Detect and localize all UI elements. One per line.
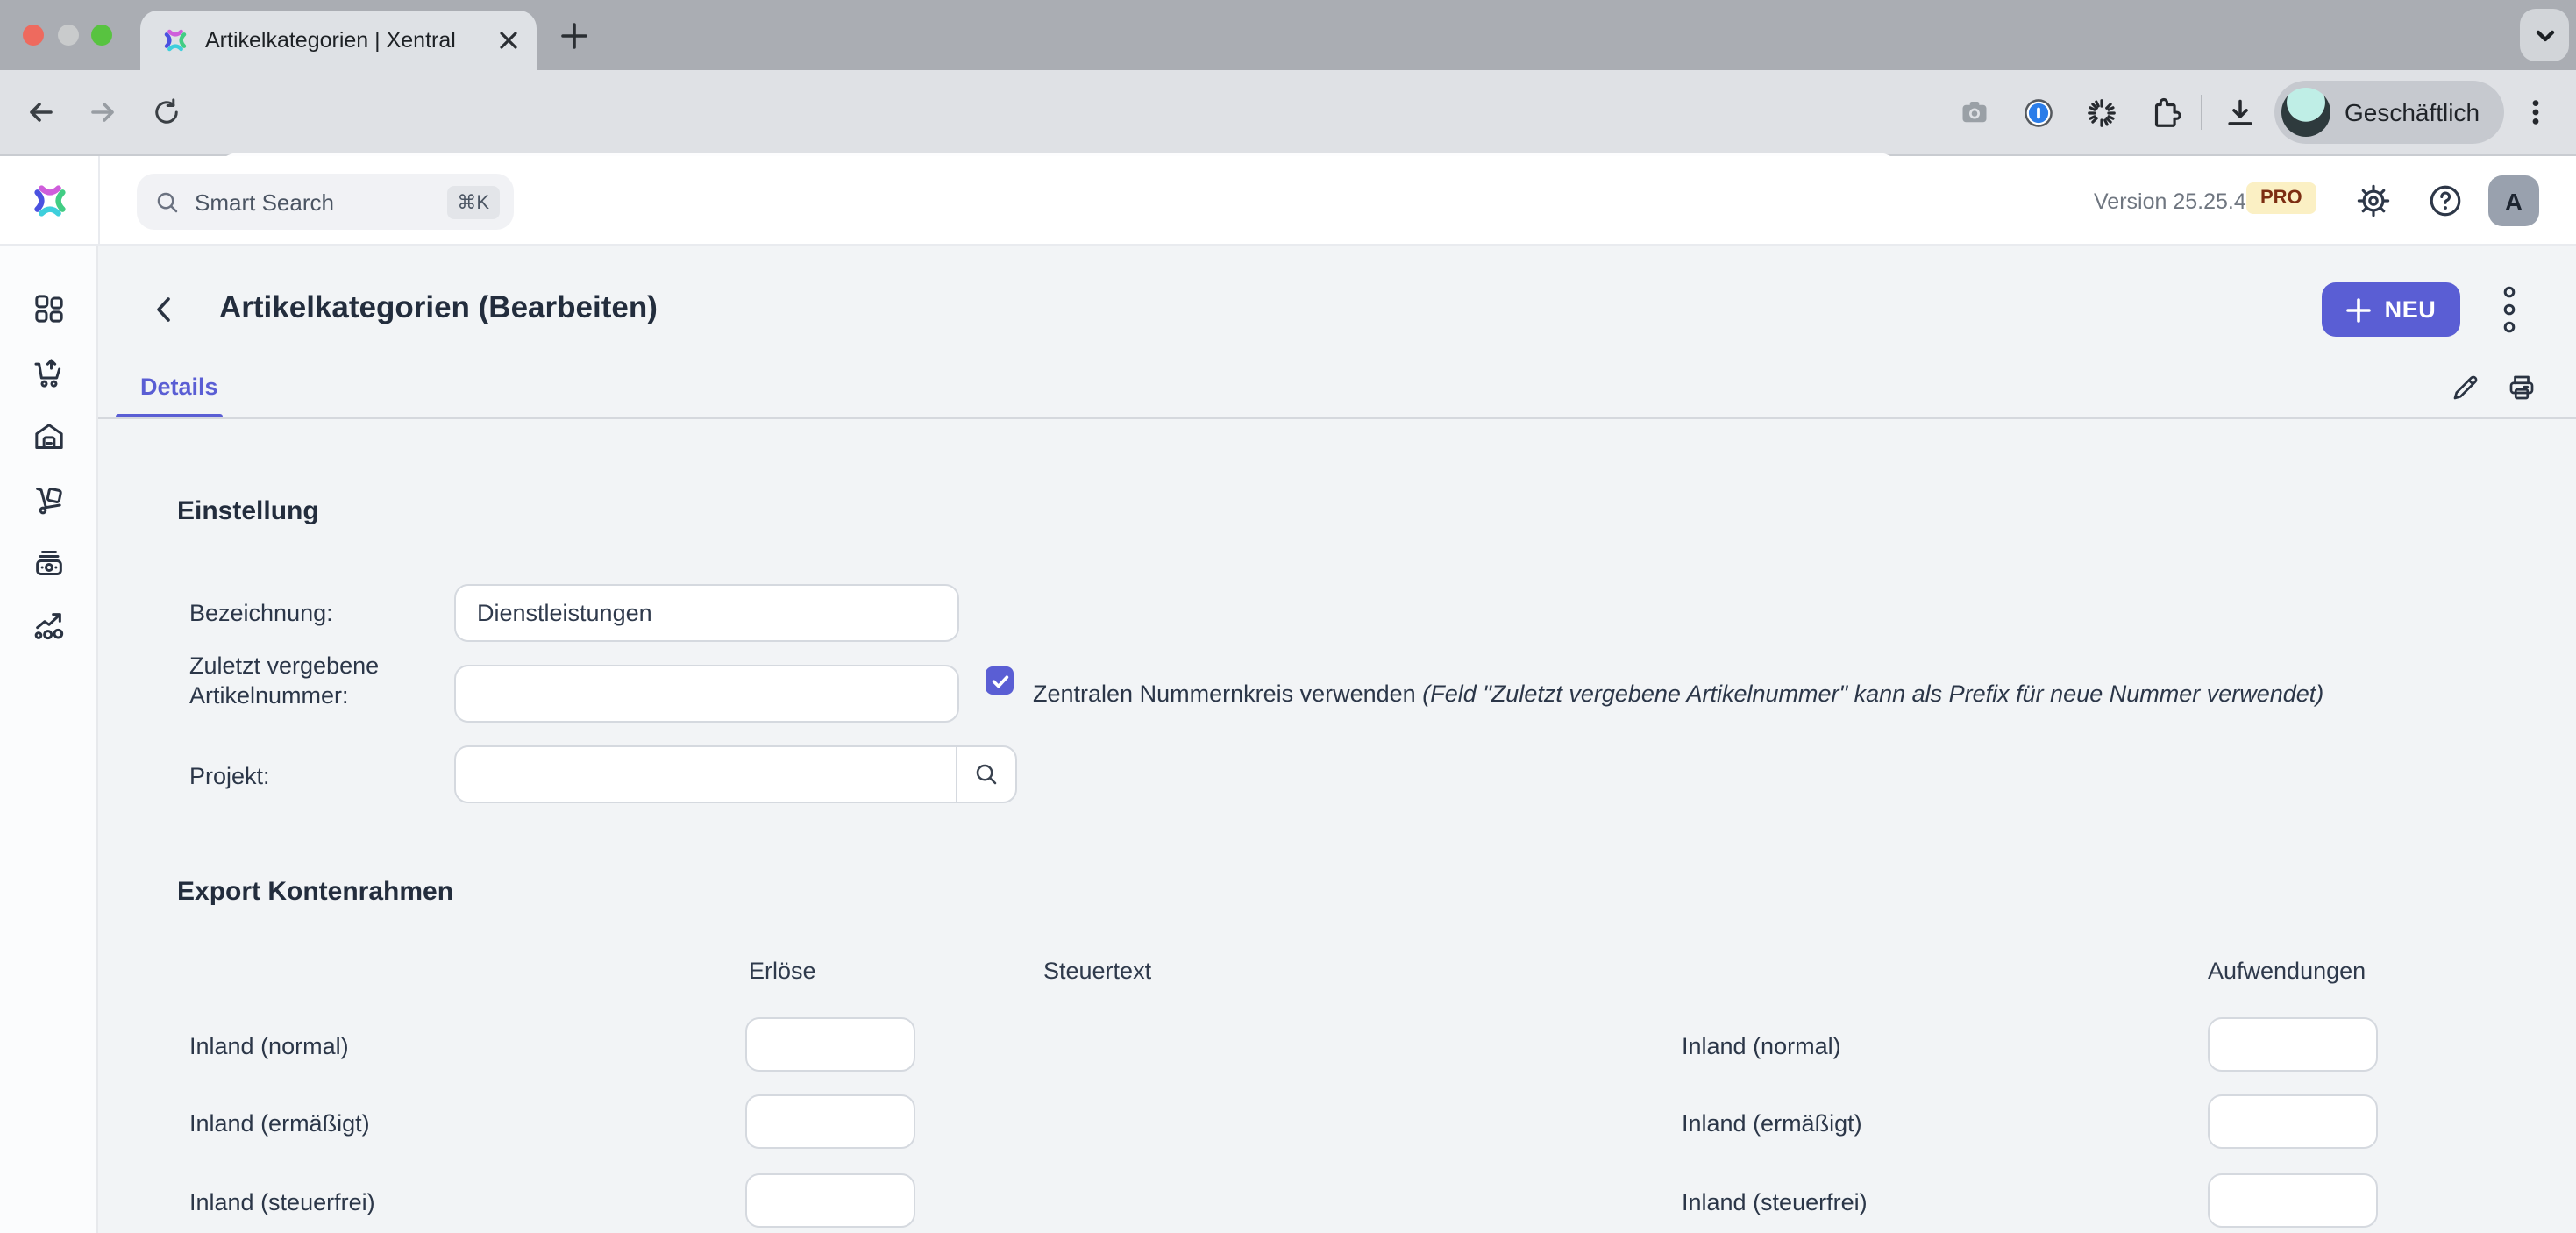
- search-icon: [154, 189, 181, 215]
- profile-name: Geschäftlich: [2345, 98, 2480, 126]
- col-aufwendungen: Aufwendungen: [2208, 958, 2366, 984]
- traffic-close-button[interactable]: [23, 25, 44, 46]
- tab-details[interactable]: Details: [140, 374, 218, 400]
- row-label-left: Inland (ermäßigt): [189, 1108, 370, 1138]
- new-tab-icon[interactable]: [561, 23, 587, 49]
- row-label-left: Inland (steuerfrei): [189, 1187, 375, 1217]
- pro-badge: PRO: [2246, 182, 2316, 214]
- page-kebab-menu-icon[interactable]: [2499, 284, 2520, 335]
- checkbox-label-note: (Feld "Zuletzt vergebene Artikelnummer" …: [1422, 681, 2323, 707]
- traffic-minimize-button[interactable]: [58, 25, 79, 46]
- profile-avatar: [2281, 88, 2330, 137]
- row-label-right: Inland (ermäßigt): [1682, 1108, 1862, 1138]
- check-icon: [990, 671, 1009, 690]
- xentral-favicon: [161, 26, 189, 54]
- search-placeholder: Smart Search: [195, 189, 446, 215]
- burst-spinner-icon: [2084, 96, 2117, 129]
- back-icon: [25, 96, 56, 128]
- reload-icon: [151, 96, 182, 128]
- bezeichnung-label: Bezeichnung:: [189, 598, 333, 628]
- chevron-down-icon: [2533, 24, 2556, 46]
- browser-tab[interactable]: Artikelkategorien | Xentral: [140, 11, 537, 70]
- search-shortcut-badge: ⌘K: [446, 185, 500, 218]
- browser-toolbar: .xentral.biz/app/x1?module=artikelkatego…: [0, 70, 2576, 156]
- forward-button[interactable]: [77, 86, 130, 139]
- traffic-zoom-button[interactable]: [91, 25, 112, 46]
- aufwendungen-input-1[interactable]: [2208, 1017, 2378, 1072]
- sales-cart-icon[interactable]: [32, 356, 67, 391]
- browser-profile-button[interactable]: Geschäftlich: [2274, 81, 2504, 144]
- burst-extension-button[interactable]: [2074, 86, 2127, 139]
- tab-search-button[interactable]: [2520, 9, 2569, 61]
- export-heading: Export Kontenrahmen: [177, 877, 453, 907]
- app-sidebar: [0, 246, 98, 1233]
- warehouse-icon[interactable]: [32, 419, 67, 454]
- projekt-search-button[interactable]: [956, 747, 1015, 802]
- new-button-label: NEU: [2385, 296, 2437, 323]
- version-label: Version 25.25.4: [2094, 189, 2246, 214]
- screenshot-extension-button[interactable]: [1948, 86, 2001, 139]
- aufwendungen-input-3[interactable]: [2208, 1173, 2378, 1228]
- edit-pencil-icon[interactable]: [2450, 372, 2481, 403]
- row-label-right: Inland (steuerfrei): [1682, 1187, 1868, 1217]
- finance-icon[interactable]: [32, 545, 67, 581]
- erloese-input-2[interactable]: [745, 1094, 915, 1149]
- camera-icon: [1959, 96, 1990, 128]
- browser-menu-icon[interactable]: [2522, 98, 2550, 126]
- password-extension-button[interactable]: [2011, 86, 2064, 139]
- search-icon: [973, 761, 1000, 788]
- tabs-divider: [98, 417, 2576, 419]
- nummernkreis-checkbox[interactable]: [986, 666, 1014, 695]
- xentral-logo[interactable]: [30, 181, 70, 221]
- dashboard-icon[interactable]: [32, 291, 67, 326]
- back-chevron-icon[interactable]: [151, 295, 177, 324]
- onepassword-icon: [2021, 96, 2054, 129]
- projekt-label: Projekt:: [189, 761, 270, 791]
- browser-tabstrip: Artikelkategorien | Xentral: [0, 0, 2576, 70]
- artikelnummer-input[interactable]: [454, 665, 959, 723]
- projekt-input[interactable]: [456, 747, 956, 802]
- row-label-left: Inland (normal): [189, 1031, 349, 1061]
- erloese-input-1[interactable]: [745, 1017, 915, 1072]
- toolbar-divider: [2201, 95, 2202, 130]
- reload-button[interactable]: [140, 86, 193, 139]
- col-erloese: Erlöse: [749, 958, 816, 984]
- smart-search-input[interactable]: Smart Search ⌘K: [137, 174, 514, 230]
- aufwendungen-input-2[interactable]: [2208, 1094, 2378, 1149]
- plus-icon: [2346, 297, 2371, 322]
- projekt-field-group: [454, 745, 1017, 803]
- help-icon[interactable]: [2427, 182, 2464, 219]
- erloese-input-3[interactable]: [745, 1173, 915, 1228]
- settings-gear-icon[interactable]: [2355, 182, 2392, 219]
- new-button[interactable]: NEU: [2322, 282, 2460, 337]
- logistics-icon[interactable]: [32, 482, 67, 517]
- nummernkreis-checkbox-label: Zentralen Nummernkreis verwenden (Feld "…: [1033, 681, 2323, 707]
- puzzle-icon: [2147, 96, 2181, 129]
- bezeichnung-input[interactable]: [454, 584, 959, 642]
- downloads-button[interactable]: [2213, 86, 2266, 139]
- extensions-button[interactable]: [2138, 86, 2190, 139]
- user-avatar[interactable]: A: [2488, 175, 2539, 226]
- tab-title: Artikelkategorien | Xentral: [205, 28, 498, 53]
- back-button[interactable]: [14, 86, 67, 139]
- col-steuertext: Steuertext: [1043, 958, 1151, 984]
- analytics-icon[interactable]: [32, 609, 67, 644]
- download-icon: [2223, 96, 2256, 129]
- row-label-right: Inland (normal): [1682, 1031, 1841, 1061]
- artikelnummer-label: Zuletzt vergebene Artikelnummer:: [189, 651, 417, 710]
- tab-close-icon[interactable]: [498, 30, 519, 51]
- page-title: Artikelkategorien (Bearbeiten): [219, 289, 658, 326]
- einstellung-heading: Einstellung: [177, 496, 319, 526]
- header-sidebar-divider: [98, 156, 100, 246]
- checkbox-label-text: Zentralen Nummernkreis verwenden: [1033, 681, 1416, 707]
- print-icon[interactable]: [2506, 372, 2537, 403]
- forward-icon: [88, 96, 119, 128]
